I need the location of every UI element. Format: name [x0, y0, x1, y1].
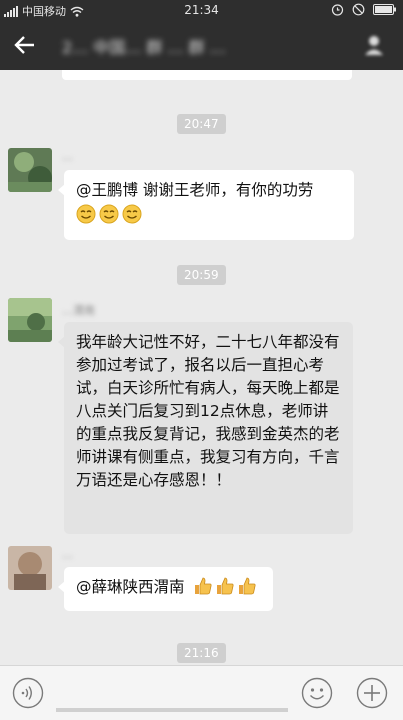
emoji-icon[interactable]: [301, 677, 333, 709]
group-info-icon[interactable]: [363, 34, 385, 56]
message-bubble[interactable]: @王鹏博 谢谢王老师，有你的功劳: [58, 170, 354, 240]
smile-emoji-icon: [99, 204, 119, 224]
back-arrow-icon[interactable]: [12, 32, 38, 58]
avatar[interactable]: [8, 546, 52, 590]
avatar[interactable]: [8, 148, 52, 192]
thumbs-up-emoji-icon: [239, 577, 256, 595]
message-text: @王鹏博 谢谢王老师，有你的功劳: [76, 181, 314, 199]
plus-icon[interactable]: [356, 677, 388, 709]
message-text: 我年龄大记性不好，二十七八年都没有参加过考试了，报名以后一直担心考试，白天诊所忙…: [76, 333, 340, 489]
input-bar: [0, 665, 403, 720]
smile-emoji-icon: [122, 204, 142, 224]
sender-name: …: [62, 548, 73, 561]
chat-header: 2… 中国… 群 … 群 …: [0, 20, 403, 70]
sender-name: …: [62, 150, 73, 163]
alarm-icon: [331, 4, 344, 16]
message-input[interactable]: [56, 708, 288, 712]
timestamp: 20:47: [177, 114, 226, 134]
mute-icon: [352, 3, 365, 16]
message-bubble[interactable]: @薛琳陕西渭南: [58, 567, 273, 611]
message-list[interactable]: 20:47 … @王鹏博 谢谢王老师，有你的功劳 20:59 …渭南 我年龄大记…: [0, 70, 403, 665]
thumbs-up-emoji-icon: [195, 577, 212, 595]
status-bar: 中国移动 21:34: [0, 0, 403, 20]
thumbs-up-emoji-icon: [217, 577, 234, 595]
avatar[interactable]: [8, 298, 52, 342]
message-text: @薛琳陕西渭南: [76, 578, 185, 596]
message-bubble[interactable]: 我年龄大记性不好，二十七八年都没有参加过考试了，报名以后一直担心考试，白天诊所忙…: [58, 322, 353, 534]
sender-name: …渭南: [62, 304, 95, 317]
timestamp: 20:59: [177, 265, 226, 285]
timestamp: 21:16: [177, 643, 226, 663]
chat-title: 2… 中国… 群 … 群 …: [62, 38, 226, 56]
battery-icon: [373, 4, 396, 15]
message-bubble-partial: [62, 70, 352, 80]
voice-icon[interactable]: [12, 677, 44, 709]
chat-screen: 中国移动 21:34 2… 中国… 群 … 群 … 20:47 … @王鹏博 谢…: [0, 0, 403, 720]
smile-emoji-icon: [76, 204, 96, 224]
